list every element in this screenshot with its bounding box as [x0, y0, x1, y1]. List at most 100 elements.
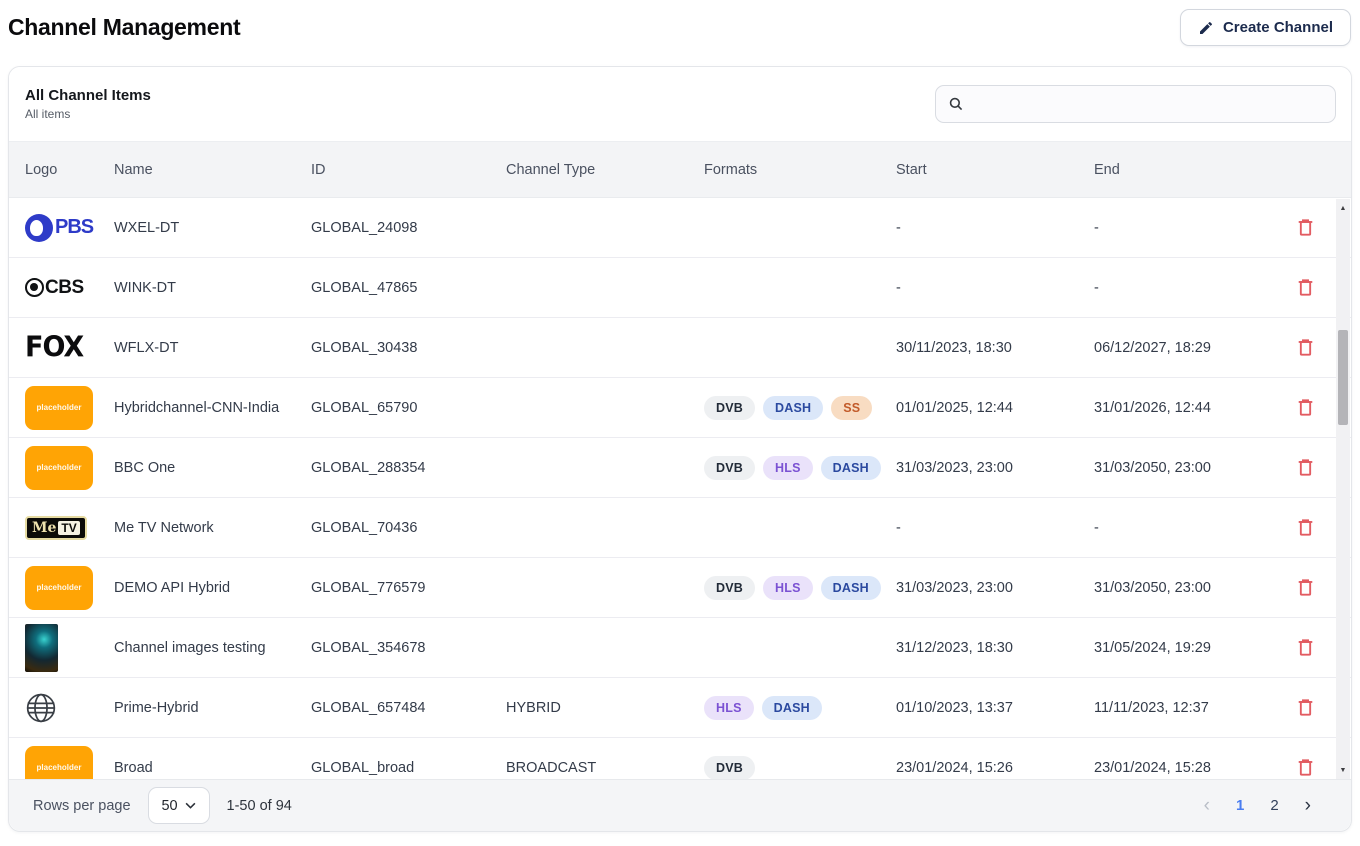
channel-logo-cell: placeholder: [9, 386, 106, 430]
delete-channel-button[interactable]: [1293, 336, 1317, 360]
format-badge-hls: HLS: [704, 696, 754, 720]
channel-logo-cell: MeTV: [9, 516, 106, 540]
channel-start-date: 01/01/2025, 12:44: [888, 400, 1086, 416]
channel-end-date: -: [1086, 220, 1273, 236]
table-row[interactable]: CBS WINK-DT GLOBAL_47865 - -: [9, 258, 1351, 318]
channel-name: Prime-Hybrid: [106, 700, 303, 716]
channel-end-date: 31/03/2050, 23:00: [1086, 460, 1273, 476]
channel-end-date: 06/12/2027, 18:29: [1086, 340, 1273, 356]
column-header-name: Name: [106, 162, 303, 178]
table-row[interactable]: placeholder BBC One GLOBAL_288354 DVBHLS…: [9, 438, 1351, 498]
delete-channel-button[interactable]: [1293, 516, 1317, 540]
channel-logo-cell: PBS: [9, 214, 106, 242]
format-badge-dvb: DVB: [704, 756, 755, 780]
format-badge-hls: HLS: [763, 456, 813, 480]
fox-logo: FOX: [25, 332, 83, 363]
channel-start-date: 01/10/2023, 13:37: [888, 700, 1086, 716]
delete-channel-button[interactable]: [1293, 576, 1317, 600]
next-page-icon[interactable]: ›: [1305, 796, 1311, 815]
page-title: Channel Management: [8, 14, 240, 41]
pbs-logo: PBS: [25, 214, 93, 242]
channel-id: GLOBAL_30438: [303, 340, 498, 356]
column-header-start: Start: [888, 162, 1086, 178]
column-header-end: End: [1086, 162, 1273, 178]
table-row[interactable]: placeholder Hybridchannel-CNN-India GLOB…: [9, 378, 1351, 438]
delete-channel-button[interactable]: [1293, 696, 1317, 720]
delete-channel-button[interactable]: [1293, 216, 1317, 240]
delete-channel-button[interactable]: [1293, 456, 1317, 480]
trash-icon: [1297, 698, 1314, 717]
page-number-1[interactable]: 1: [1236, 797, 1244, 814]
column-header-logo: Logo: [9, 162, 106, 178]
channel-end-date: 31/05/2024, 19:29: [1086, 640, 1273, 656]
pagination: ‹ 1 2 ›: [1204, 796, 1335, 815]
delete-channel-button[interactable]: [1293, 756, 1317, 780]
placeholder-logo: placeholder: [25, 746, 93, 782]
scrollbar-thumb[interactable]: [1338, 330, 1348, 425]
format-badge-dvb: DVB: [704, 576, 755, 600]
table-row[interactable]: Prime-Hybrid GLOBAL_657484 HYBRID HLSDAS…: [9, 678, 1351, 738]
panel-subheading: All items: [25, 107, 70, 121]
create-channel-label: Create Channel: [1223, 19, 1333, 36]
table-row[interactable]: placeholder DEMO API Hybrid GLOBAL_77657…: [9, 558, 1351, 618]
chevron-down-icon: [185, 802, 196, 809]
delete-channel-button[interactable]: [1293, 396, 1317, 420]
channel-logo-cell: [9, 692, 106, 724]
channel-logo-cell: placeholder: [9, 566, 106, 610]
table-body: PBS WXEL-DT GLOBAL_24098 - - CBS WINK-DT…: [9, 198, 1351, 781]
format-badge-dash: DASH: [762, 696, 822, 720]
search-box[interactable]: [935, 85, 1336, 123]
rows-per-page-label: Rows per page: [33, 798, 131, 814]
trash-icon: [1297, 578, 1314, 597]
trash-icon: [1297, 638, 1314, 657]
column-header-channel-type: Channel Type: [498, 162, 696, 178]
rows-per-page-value: 50: [161, 798, 177, 814]
table-row[interactable]: MeTV Me TV Network GLOBAL_70436 - -: [9, 498, 1351, 558]
table-row[interactable]: PBS WXEL-DT GLOBAL_24098 - -: [9, 198, 1351, 258]
trash-icon: [1297, 218, 1314, 237]
trash-icon: [1297, 338, 1314, 357]
search-input[interactable]: [972, 96, 1323, 112]
metv-logo: MeTV: [25, 516, 87, 540]
create-channel-button[interactable]: Create Channel: [1180, 9, 1351, 46]
prev-page-icon[interactable]: ‹: [1204, 796, 1210, 815]
vertical-scrollbar[interactable]: ▲ ▼: [1336, 199, 1350, 780]
channel-start-date: -: [888, 220, 1086, 236]
channel-start-date: -: [888, 520, 1086, 536]
channel-name: WXEL-DT: [106, 220, 303, 236]
format-badge-dash: DASH: [821, 576, 881, 600]
channel-logo-cell: placeholder: [9, 746, 106, 782]
table-row[interactable]: Channel images testing GLOBAL_354678 31/…: [9, 618, 1351, 678]
column-header-formats: Formats: [696, 162, 888, 178]
search-icon: [948, 96, 964, 112]
channel-formats: DVBHLSDASH: [696, 456, 888, 480]
format-badge-dvb: DVB: [704, 396, 755, 420]
delete-channel-button[interactable]: [1293, 636, 1317, 660]
channel-logo-cell: CBS: [9, 277, 106, 299]
channel-start-date: 31/03/2023, 23:00: [888, 580, 1086, 596]
channel-end-date: 31/01/2026, 12:44: [1086, 400, 1273, 416]
scroll-down-icon[interactable]: ▼: [1336, 763, 1350, 778]
placeholder-logo: placeholder: [25, 386, 93, 430]
channel-id: GLOBAL_broad: [303, 760, 498, 776]
channel-id: GLOBAL_65790: [303, 400, 498, 416]
channel-formats: DVBDASHSS: [696, 396, 888, 420]
channel-name: Channel images testing: [106, 640, 303, 656]
channel-start-date: 30/11/2023, 18:30: [888, 340, 1086, 356]
channel-artwork-image: [25, 624, 58, 672]
rows-per-page-select[interactable]: 50: [148, 787, 210, 824]
scroll-up-icon[interactable]: ▲: [1336, 201, 1350, 216]
channel-end-date: 23/01/2024, 15:28: [1086, 760, 1273, 776]
table-header-row: Logo Name ID Channel Type Formats Start …: [9, 141, 1351, 198]
format-badge-ss: SS: [831, 396, 872, 420]
pbs-face-icon: [25, 214, 53, 242]
format-badge-dash: DASH: [821, 456, 881, 480]
table-row[interactable]: FOX WFLX-DT GLOBAL_30438 30/11/2023, 18:…: [9, 318, 1351, 378]
channel-id: GLOBAL_24098: [303, 220, 498, 236]
channel-type: HYBRID: [498, 700, 696, 716]
table-row[interactable]: placeholder Broad GLOBAL_broad BROADCAST…: [9, 738, 1351, 781]
page-number-2[interactable]: 2: [1270, 797, 1278, 814]
channel-logo-cell: [9, 624, 106, 672]
placeholder-logo: placeholder: [25, 446, 93, 490]
delete-channel-button[interactable]: [1293, 276, 1317, 300]
